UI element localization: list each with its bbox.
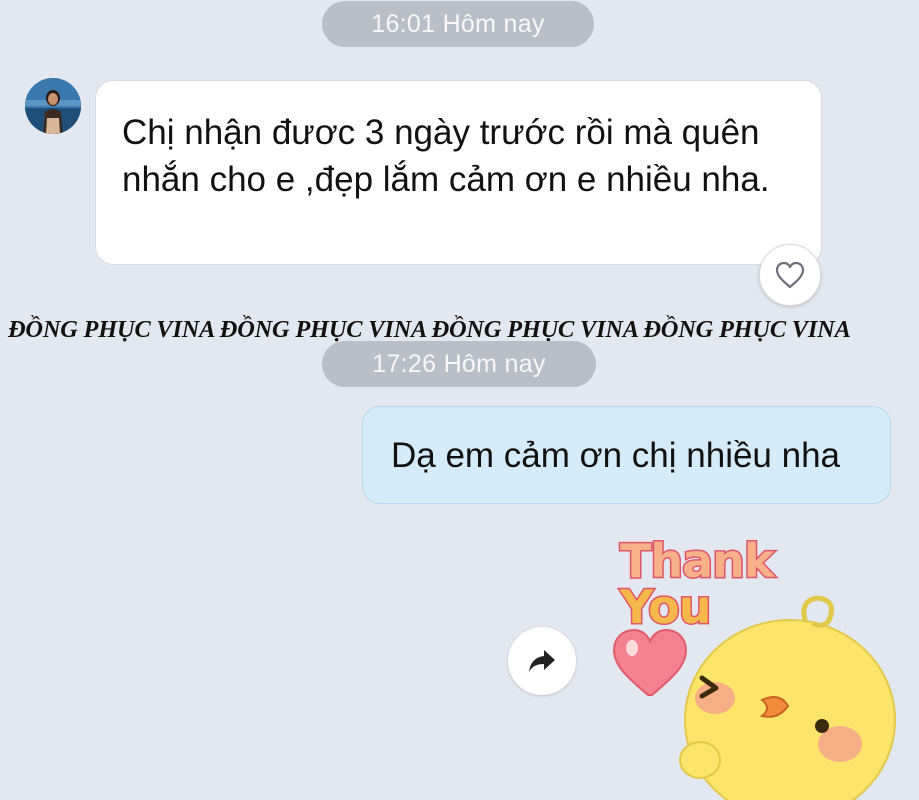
timestamp-divider: 17:26 Hôm nay [322,341,596,387]
sticker-text-you: You [618,580,712,634]
heart-icon [775,261,805,289]
outgoing-message-text: Dạ em cảm ơn chị nhiều nha [391,436,841,475]
incoming-message-text: Chị nhận đươc 3 ngày trước rồi mà quên n… [122,113,770,199]
timestamp-divider: 16:01 Hôm nay [322,1,594,47]
incoming-message-bubble[interactable]: Chị nhận đươc 3 ngày trước rồi mà quên n… [95,80,822,265]
thank-you-sticker[interactable]: Thank You [600,520,900,800]
outgoing-message-bubble[interactable]: Dạ em cảm ơn chị nhiều nha [362,406,891,504]
react-button[interactable] [759,244,821,306]
sender-avatar[interactable] [25,78,81,134]
share-arrow-icon [529,650,555,672]
watermark-text: ĐỒNG PHỤC VINA ĐỒNG PHỤC VINA ĐỒNG PHỤC … [8,316,851,343]
avatar-image [25,78,81,134]
forward-button[interactable] [508,627,576,695]
sticker-text-thank: Thank [619,534,777,588]
